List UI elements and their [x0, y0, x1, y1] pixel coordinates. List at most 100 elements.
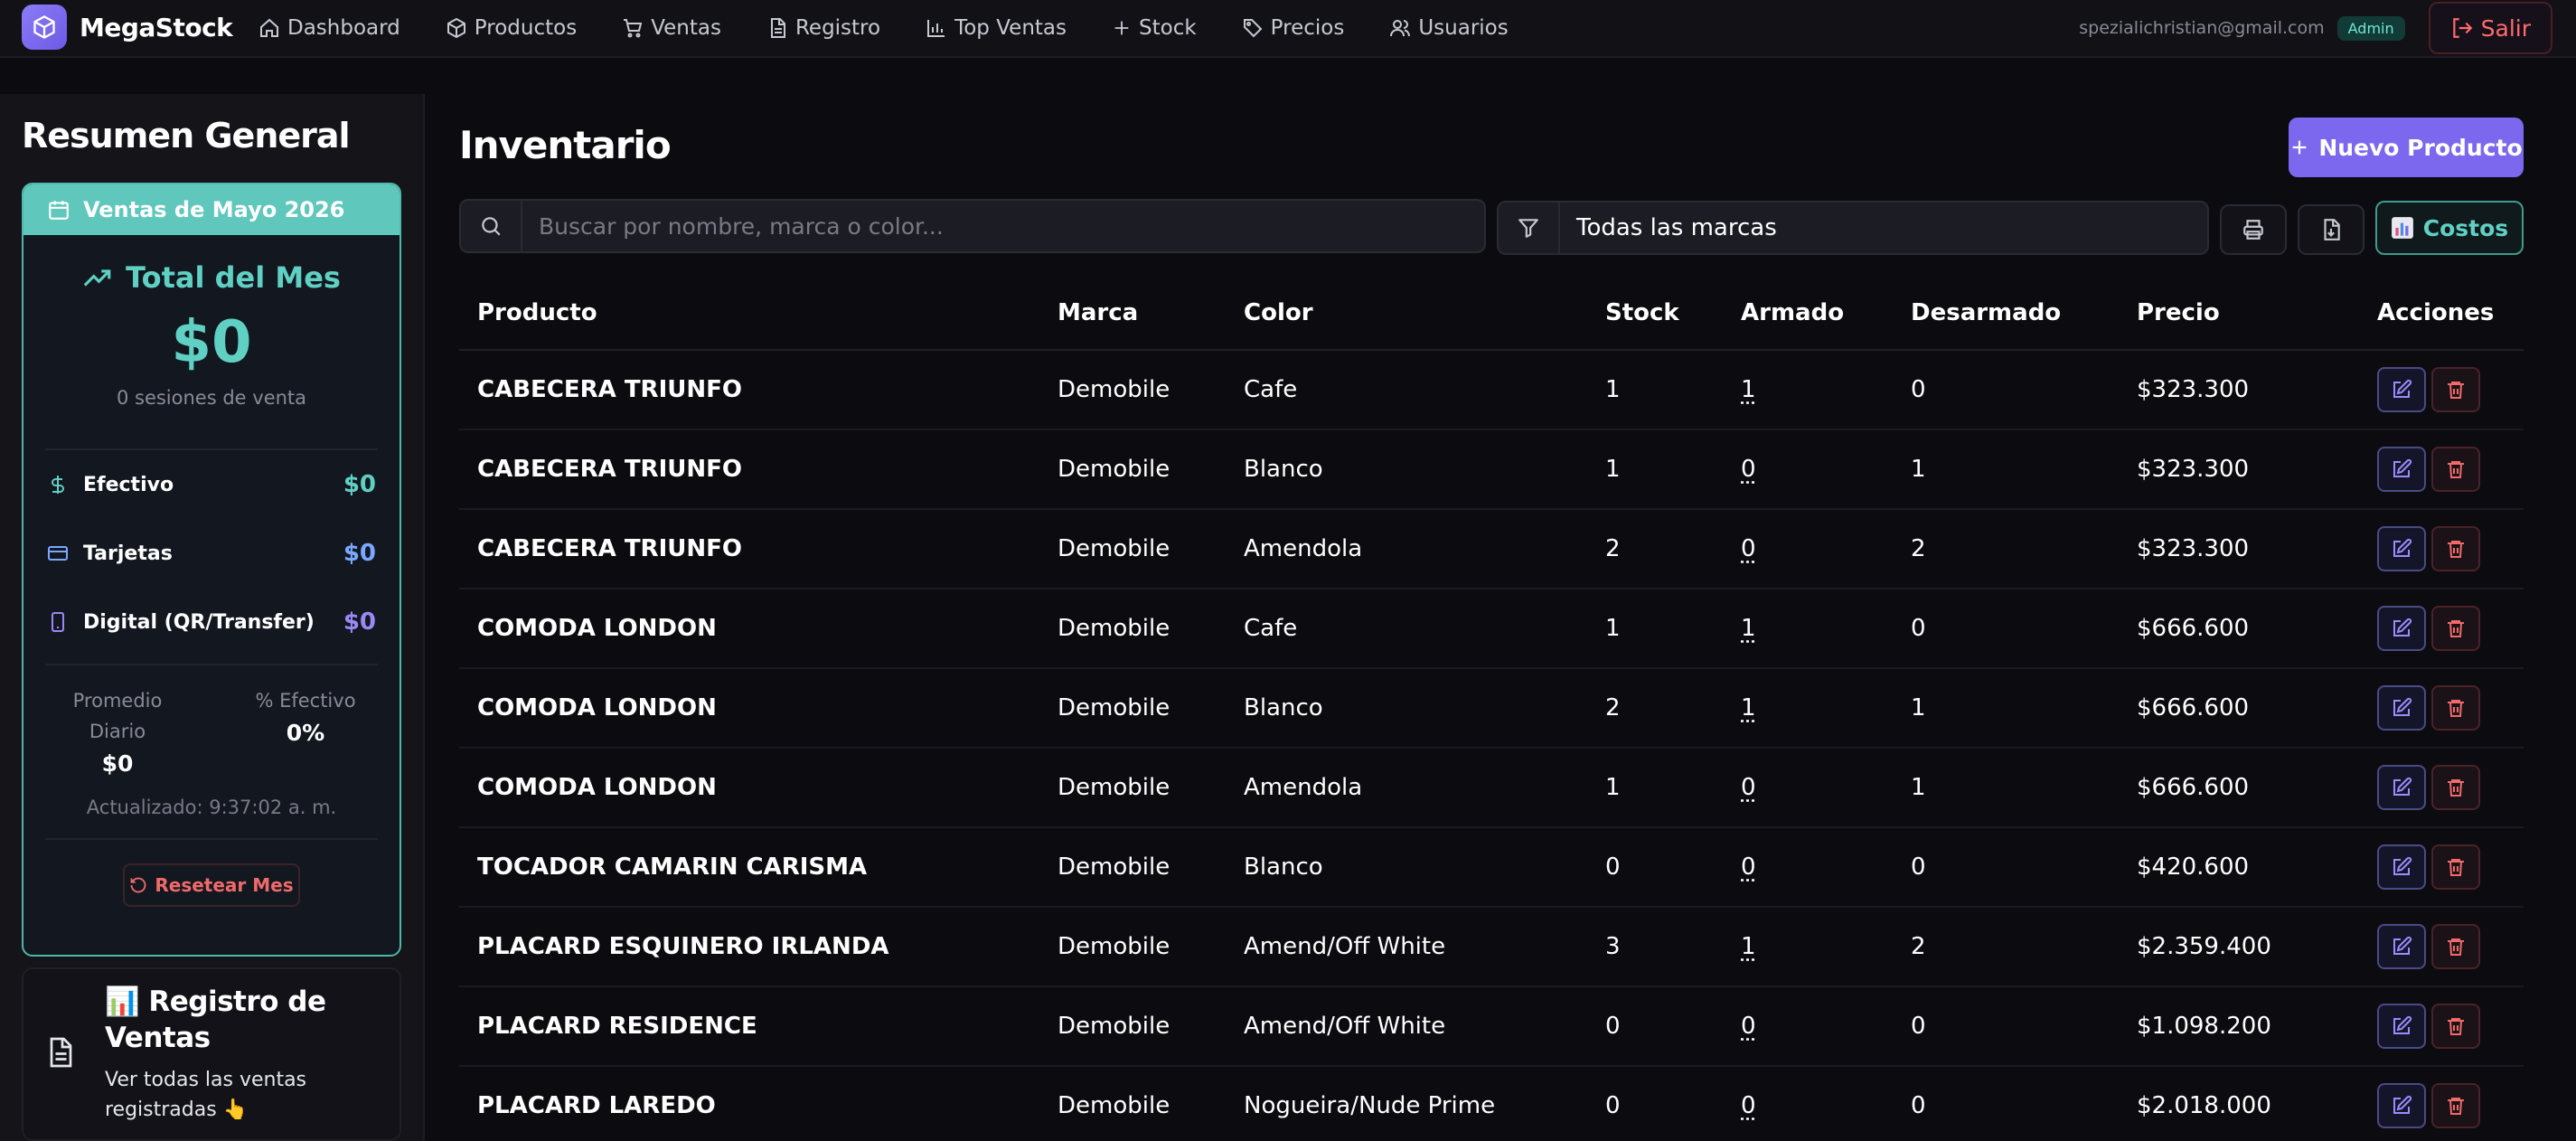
col-header-marca[interactable]: Marca [1058, 299, 1138, 326]
nav-item-top-ventas[interactable]: Top Ventas [926, 16, 1067, 40]
edit-button[interactable] [2377, 765, 2426, 810]
cell-producto: CABECERA TRIUNFO [477, 456, 742, 483]
costs-label: Costos [2423, 215, 2508, 241]
cell-stock: 2 [1605, 694, 1621, 721]
col-header-desarmado[interactable]: Desarmado [1911, 299, 2061, 326]
col-header-producto[interactable]: Producto [477, 299, 597, 326]
delete-button[interactable] [2431, 367, 2480, 412]
cell-armado[interactable]: 1 [1741, 615, 1756, 642]
costs-button[interactable]: Costos [2375, 201, 2524, 255]
box-icon [22, 5, 67, 50]
col-header-stock[interactable]: Stock [1605, 299, 1679, 326]
brand-filter-value: Todas las marcas [1560, 214, 1777, 241]
users-icon [1389, 17, 1418, 39]
cell-producto: TOCADOR CAMARIN CARISMA [477, 853, 867, 881]
nav-item-stock[interactable]: Stock [1112, 16, 1197, 40]
document-icon [43, 1034, 76, 1070]
cell-marca: Demobile [1058, 376, 1170, 403]
logout-button[interactable]: Salir [2429, 2, 2552, 54]
row-actions [2377, 765, 2480, 810]
brand[interactable]: MegaStock [22, 5, 232, 50]
cell-armado[interactable]: 0 [1741, 774, 1756, 801]
edit-button[interactable] [2377, 924, 2426, 969]
reset-month-button[interactable]: Resetear Mes [123, 863, 300, 907]
edit-button[interactable] [2377, 606, 2426, 651]
edit-button[interactable] [2377, 367, 2426, 412]
reset-label: Resetear Mes [155, 874, 293, 896]
nav-item-usuarios[interactable]: Usuarios [1389, 16, 1508, 40]
edit-button[interactable] [2377, 844, 2426, 890]
delete-button[interactable] [2431, 526, 2480, 571]
nav-item-ventas[interactable]: Ventas [622, 16, 721, 40]
top-navbar: MegaStock Dashboard Productos Ventas Reg… [0, 0, 2576, 58]
col-header-precio[interactable]: Precio [2137, 299, 2220, 326]
cell-precio: $323.300 [2137, 535, 2249, 562]
delete-button[interactable] [2431, 685, 2480, 731]
cell-desarmado: 0 [1911, 1092, 1926, 1119]
edit-icon [2391, 458, 2412, 480]
nav-user-area: spezialichristian@gmail.com Admin Salir [2079, 0, 2552, 56]
new-product-label: Nuevo Producto [2318, 135, 2522, 161]
edit-button[interactable] [2377, 447, 2426, 492]
delete-button[interactable] [2431, 924, 2480, 969]
trash-icon [2445, 856, 2467, 878]
nav-item-productos[interactable]: Productos [446, 16, 577, 40]
cell-armado[interactable]: 1 [1741, 694, 1756, 721]
print-button[interactable] [2220, 204, 2287, 255]
cell-stock: 1 [1605, 774, 1621, 801]
cell-marca: Demobile [1058, 456, 1170, 483]
total-title-label: Total del Mes [126, 260, 341, 295]
delete-button[interactable] [2431, 447, 2480, 492]
cell-stock: 0 [1605, 853, 1621, 881]
cell-color: Blanco [1244, 853, 1323, 881]
edit-button[interactable] [2377, 526, 2426, 571]
col-header-armado[interactable]: Armado [1741, 299, 1844, 326]
cell-armado[interactable]: 1 [1741, 933, 1756, 960]
edit-button[interactable] [2377, 1004, 2426, 1049]
box-icon [446, 17, 475, 39]
col-header-color[interactable]: Color [1244, 299, 1313, 326]
stat-label: Promedio Diario [24, 685, 212, 747]
cell-marca: Demobile [1058, 774, 1170, 801]
search-input[interactable] [522, 201, 1484, 251]
cell-color: Cafe [1244, 615, 1297, 642]
edit-icon [2391, 856, 2412, 878]
table-row: COMODA LONDON Demobile Amendola 1 0 1 $6… [459, 749, 2524, 828]
cell-color: Amendola [1244, 774, 1362, 801]
divider [45, 664, 378, 665]
sales-registry-card[interactable]: 📊 Registro de Ventas Ver todas las venta… [22, 967, 401, 1141]
edit-icon [2391, 538, 2412, 560]
cell-armado[interactable]: 0 [1741, 456, 1756, 483]
cell-armado[interactable]: 1 [1741, 376, 1756, 403]
edit-button[interactable] [2377, 685, 2426, 731]
cell-armado[interactable]: 0 [1741, 1092, 1756, 1119]
cell-color: Amend/Off White [1244, 1013, 1445, 1040]
cell-armado[interactable]: 0 [1741, 535, 1756, 562]
filter-icon [1499, 203, 1560, 253]
delete-button[interactable] [2431, 765, 2480, 810]
cell-armado[interactable]: 0 [1741, 853, 1756, 881]
edit-button[interactable] [2377, 1083, 2426, 1128]
export-button[interactable] [2298, 204, 2364, 255]
cell-armado[interactable]: 0 [1741, 1013, 1756, 1040]
delete-button[interactable] [2431, 1083, 2480, 1128]
delete-button[interactable] [2431, 606, 2480, 651]
table-row: CABECERA TRIUNFO Demobile Cafe 1 1 0 $32… [459, 351, 2524, 430]
delete-button[interactable] [2431, 844, 2480, 890]
delete-button[interactable] [2431, 1004, 2480, 1049]
brand-filter-select[interactable]: Todas las marcas [1497, 201, 2209, 255]
cell-producto: CABECERA TRIUNFO [477, 535, 742, 562]
row-actions [2377, 447, 2480, 492]
nav-item-dashboard[interactable]: Dashboard [259, 16, 400, 40]
row-actions [2377, 1083, 2480, 1128]
registry-title: 📊 Registro de Ventas [105, 984, 385, 1056]
stat-label: % Efectivo [212, 685, 400, 716]
tag-icon [1242, 17, 1271, 39]
refresh-icon [129, 876, 155, 894]
stat-value: 0% [212, 720, 400, 746]
new-product-button[interactable]: Nuevo Producto [2289, 118, 2524, 177]
nav-item-precios[interactable]: Precios [1242, 16, 1345, 40]
logout-label: Salir [2481, 15, 2531, 42]
nav-item-registro[interactable]: Registro [766, 16, 880, 40]
cell-stock: 1 [1605, 615, 1621, 642]
